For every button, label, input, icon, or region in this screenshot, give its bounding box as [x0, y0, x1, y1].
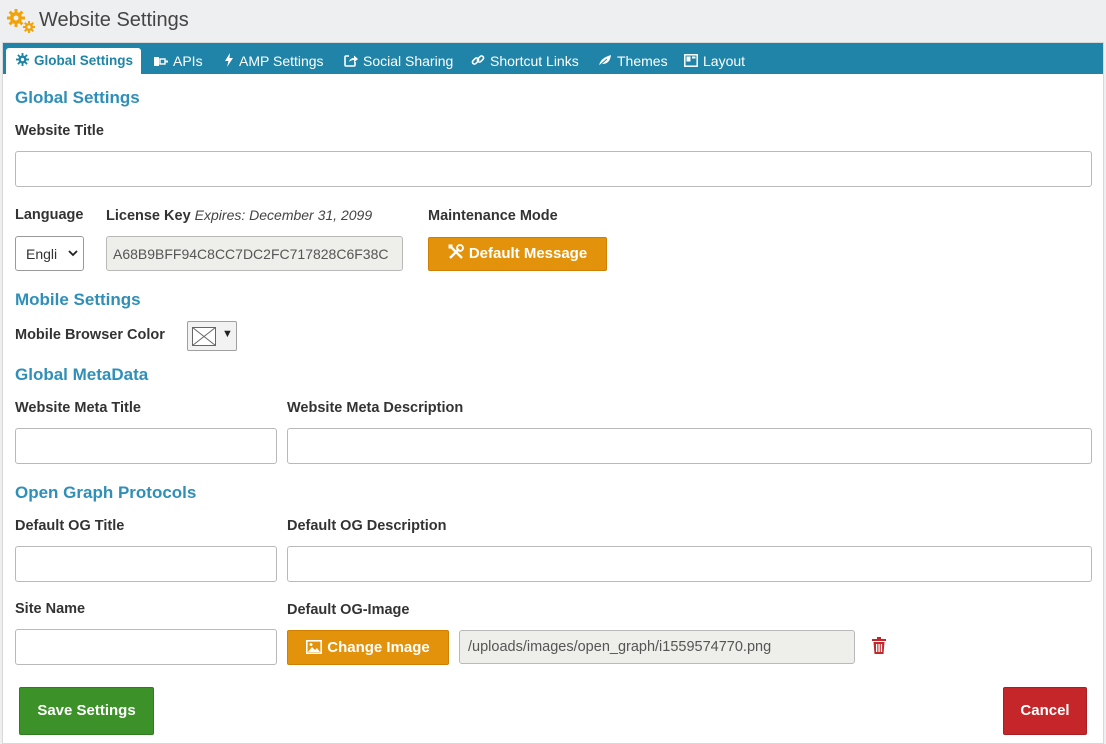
default-message-button[interactable]: Default Message: [428, 237, 607, 271]
trash-icon[interactable]: [872, 637, 886, 654]
tab-label: Layout: [703, 53, 746, 69]
gear-icon: [16, 53, 29, 66]
window-title: Website Settings: [39, 9, 189, 31]
plug-icon: [154, 57, 168, 66]
change-image-button[interactable]: Change Image: [287, 630, 449, 665]
section-heading-mobile-settings: Mobile Settings: [15, 290, 141, 309]
gears-icon: [7, 9, 35, 33]
empty-color-swatch-icon: [192, 327, 216, 346]
license-key-label: License Key Expires: December 31, 2099: [106, 207, 372, 224]
language-label: Language: [15, 207, 84, 223]
tab-themes[interactable]: Themes: [598, 43, 668, 74]
title-bar: Website Settings: [0, 0, 1106, 42]
cancel-button[interactable]: Cancel: [1003, 687, 1087, 735]
site-name-input[interactable]: [15, 629, 277, 665]
section-heading-global-settings: Global Settings: [15, 88, 140, 107]
save-settings-button[interactable]: Save Settings: [19, 687, 154, 735]
tab-social-sharing[interactable]: Social Sharing: [344, 43, 453, 74]
og-image-label: Default OG-Image: [287, 602, 410, 618]
share-icon: [344, 55, 358, 67]
default-message-label: Default Message: [468, 245, 588, 262]
tab-global-settings[interactable]: Global Settings: [6, 48, 142, 74]
leaf-icon: [598, 55, 611, 67]
maintenance-mode-label: Maintenance Mode: [428, 208, 558, 224]
mobile-browser-color-picker[interactable]: ▼: [187, 321, 237, 351]
meta-description-label: Website Meta Description: [287, 400, 464, 416]
tab-shortcut-links[interactable]: Shortcut Links: [471, 43, 579, 74]
og-description-label: Default OG Description: [287, 518, 447, 534]
section-heading-global-metadata: Global MetaData: [15, 365, 149, 384]
settings-panel: Global Settings APIs AMP Settings Social…: [2, 42, 1104, 744]
section-heading-open-graph: Open Graph Protocols: [15, 483, 197, 502]
language-select[interactable]: Engli: [15, 236, 84, 271]
og-description-input[interactable]: [287, 546, 1092, 582]
tab-amp-settings[interactable]: AMP Settings: [224, 43, 324, 74]
chevron-down-icon: [68, 250, 78, 257]
license-expiry-text: Expires: December 31, 2099: [194, 207, 373, 223]
tab-apis[interactable]: APIs: [154, 43, 203, 74]
dropdown-arrow-icon: ▼: [222, 328, 233, 340]
meta-description-input[interactable]: [287, 428, 1092, 464]
tab-layout[interactable]: Layout: [684, 43, 745, 74]
website-title-input[interactable]: [15, 151, 1092, 187]
license-key-label-text: License Key: [106, 208, 191, 224]
bolt-icon: [225, 53, 233, 67]
language-selected-value: Engli: [26, 246, 58, 262]
mobile-browser-color-label: Mobile Browser Color: [15, 327, 165, 343]
tab-label: Social Sharing: [363, 53, 454, 69]
image-icon: [306, 640, 323, 654]
og-title-label: Default OG Title: [15, 518, 125, 534]
site-name-label: Site Name: [15, 601, 86, 617]
og-title-input[interactable]: [15, 546, 277, 582]
link-icon: [471, 55, 485, 65]
og-image-path-field[interactable]: [459, 630, 855, 664]
meta-title-input[interactable]: [15, 428, 277, 464]
tab-label: Global Settings: [34, 53, 134, 68]
tab-label: APIs: [173, 53, 203, 69]
tools-icon: [448, 244, 464, 259]
change-image-label: Change Image: [327, 639, 430, 656]
tab-label: AMP Settings: [239, 53, 324, 69]
website-title-label: Website Title: [15, 123, 104, 139]
meta-title-label: Website Meta Title: [15, 400, 141, 416]
license-key-field[interactable]: [106, 236, 403, 271]
tab-label: Themes: [617, 53, 668, 69]
tab-bar: Global Settings APIs AMP Settings Social…: [3, 43, 1103, 74]
layout-icon: [684, 54, 698, 67]
tab-label: Shortcut Links: [490, 53, 579, 69]
